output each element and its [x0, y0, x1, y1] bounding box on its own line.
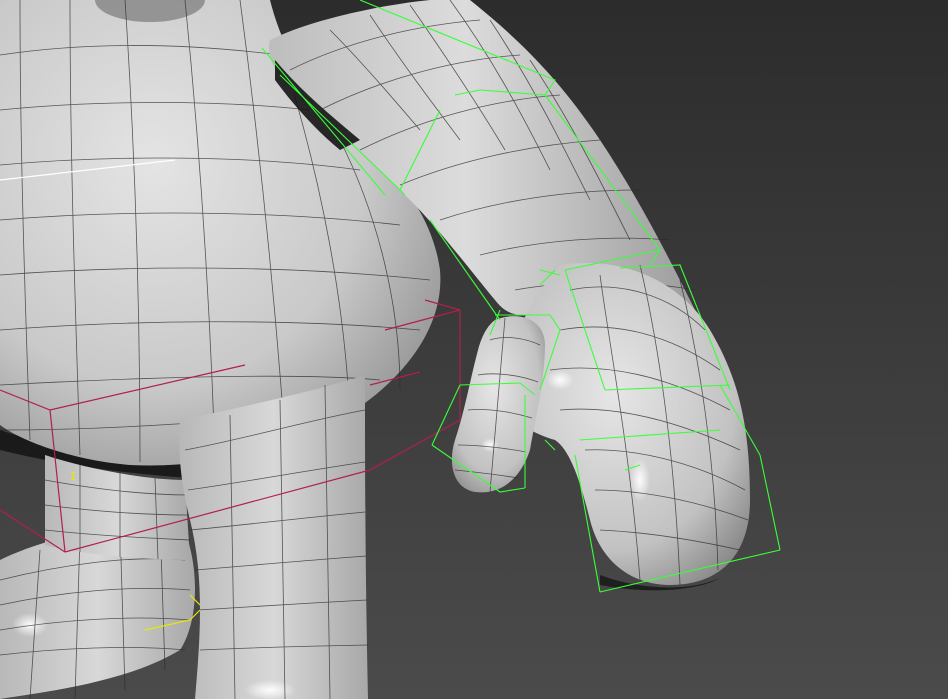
pivot-marker: I [70, 470, 77, 483]
3d-viewport[interactable]: I [0, 0, 948, 699]
mesh-leg-front[interactable] [179, 375, 369, 699]
viewport-scene[interactable]: I [0, 0, 948, 699]
